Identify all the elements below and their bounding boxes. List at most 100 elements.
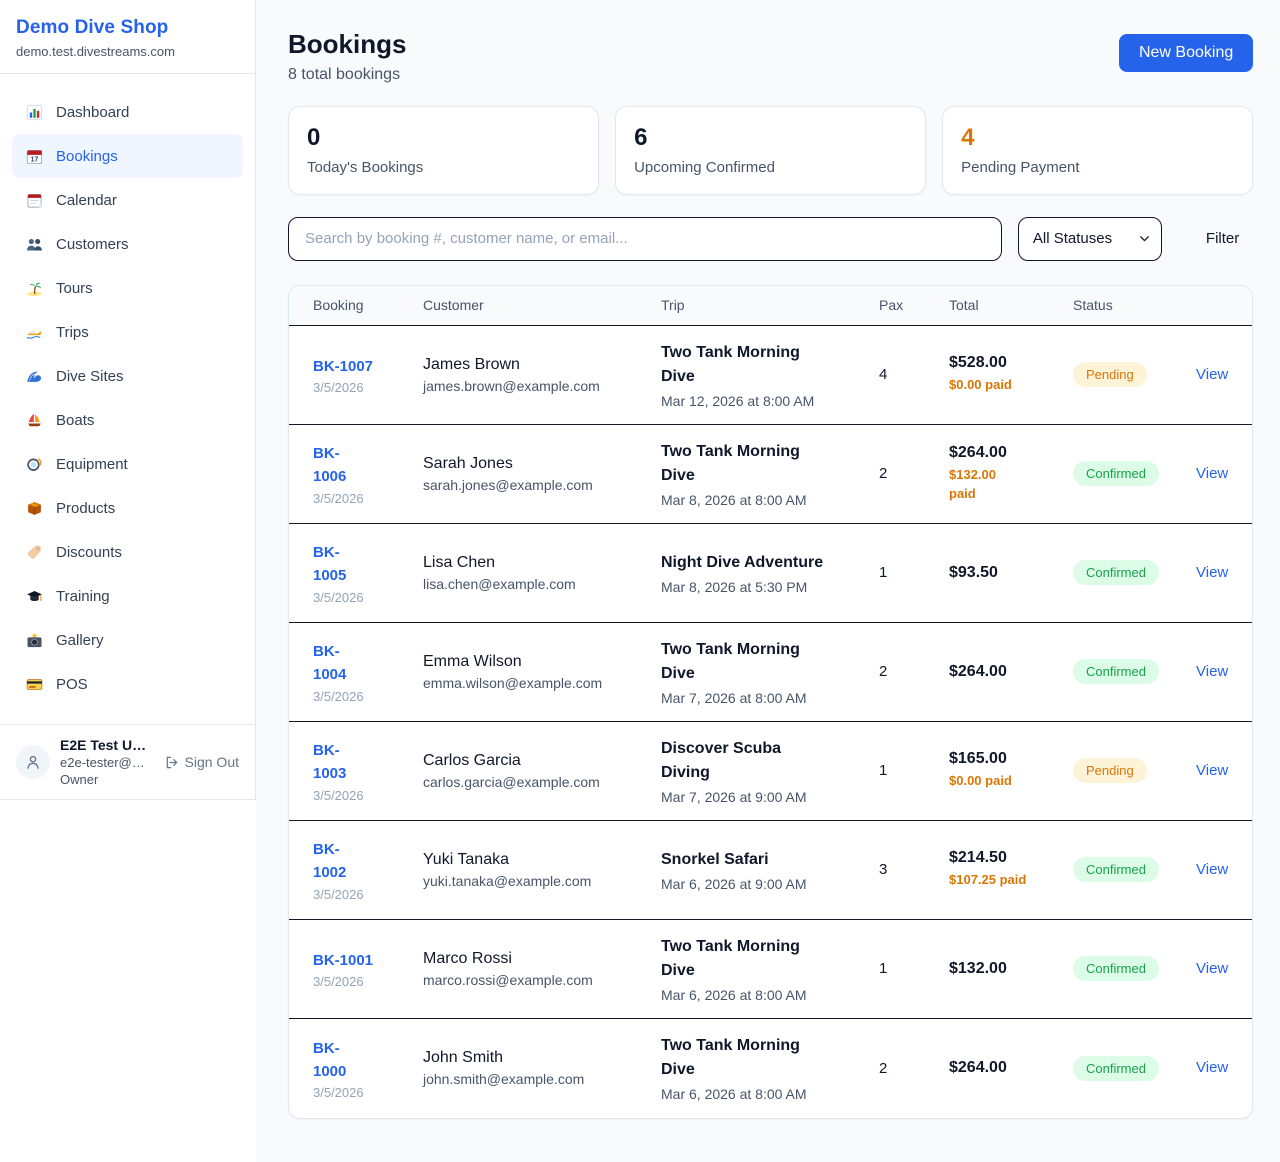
products-icon — [26, 500, 43, 517]
customer-name: Carlos Garcia — [423, 752, 661, 770]
status-badge: Pending — [1073, 362, 1147, 387]
shop-domain: demo.test.divestreams.com — [16, 44, 239, 59]
bookings-icon: 17 — [26, 148, 43, 165]
gallery-icon — [26, 632, 43, 649]
trips-icon — [26, 324, 43, 341]
sidebar-item-training[interactable]: Training — [12, 574, 243, 618]
sidebar-item-label: Equipment — [56, 456, 128, 473]
customer-name: Emma Wilson — [423, 653, 661, 671]
dashboard-icon — [26, 104, 43, 121]
view-link[interactable]: View — [1196, 1059, 1228, 1076]
customer-email: james.brown@example.com — [423, 378, 661, 394]
booking-number-link[interactable]: BK- 1005 — [313, 541, 346, 588]
sidebar-item-pos[interactable]: POS — [12, 662, 243, 706]
sign-out-icon — [164, 755, 179, 770]
sidebar-item-dive-sites[interactable]: Dive Sites — [12, 354, 243, 398]
booking-number-link[interactable]: BK- 1000 — [313, 1037, 346, 1084]
customer-email: carlos.garcia@example.com — [423, 774, 661, 790]
sidebar-item-trips[interactable]: Trips — [12, 310, 243, 354]
pax-count: 1 — [879, 960, 949, 977]
sidebar-item-equipment[interactable]: Equipment — [12, 442, 243, 486]
stat-label: Today's Bookings — [307, 159, 580, 176]
column-header-trip: Trip — [661, 297, 879, 313]
stat-value: 4 — [961, 124, 1234, 152]
sign-out-label: Sign Out — [185, 754, 239, 770]
sidebar-item-calendar[interactable]: Calendar — [12, 178, 243, 222]
user-avatar-icon — [16, 745, 50, 779]
status-filter-select[interactable]: All Statuses — [1018, 217, 1162, 261]
view-link[interactable]: View — [1196, 861, 1228, 878]
trip-name: Discover Scuba Diving — [661, 737, 855, 785]
trip-name: Two Tank Morning Dive — [661, 638, 855, 686]
sidebar-item-dashboard[interactable]: Dashboard — [12, 90, 243, 134]
sidebar-item-tours[interactable]: Tours — [12, 266, 243, 310]
booking-date: 3/5/2026 — [313, 887, 423, 902]
sign-out-button[interactable]: Sign Out — [164, 754, 239, 770]
booking-number-link[interactable]: BK- 1004 — [313, 640, 346, 687]
table-row: BK- 1002 3/5/2026 Yuki Tanaka yuki.tanak… — [289, 821, 1252, 920]
view-link[interactable]: View — [1196, 960, 1228, 977]
trip-datetime: Mar 12, 2026 at 8:00 AM — [661, 393, 855, 409]
sidebar-item-label: Boats — [56, 412, 94, 429]
paid-amount: $107.25 paid — [949, 871, 1073, 890]
stat-label: Upcoming Confirmed — [634, 159, 907, 176]
total-amount: $264.00 — [949, 1059, 1073, 1077]
view-link[interactable]: View — [1196, 564, 1228, 581]
bookings-table: Booking Customer Trip Pax Total Status B… — [288, 285, 1253, 1119]
sidebar-item-boats[interactable]: Boats — [12, 398, 243, 442]
pax-count: 2 — [879, 465, 949, 482]
page-header: Bookings 8 total bookings New Booking — [288, 30, 1253, 84]
sidebar-item-gallery[interactable]: Gallery — [12, 618, 243, 662]
shop-header: Demo Dive Shop demo.test.divestreams.com — [0, 0, 255, 74]
status-badge: Confirmed — [1073, 461, 1159, 486]
table-row: BK-1007 3/5/2026 James Brown james.brown… — [289, 326, 1252, 425]
trip-datetime: Mar 7, 2026 at 8:00 AM — [661, 690, 855, 706]
view-link[interactable]: View — [1196, 762, 1228, 779]
trip-datetime: Mar 6, 2026 at 8:00 AM — [661, 1086, 855, 1102]
customer-name: Sarah Jones — [423, 455, 661, 473]
customer-name: Yuki Tanaka — [423, 851, 661, 869]
pax-count: 2 — [879, 1060, 949, 1077]
booking-number-link[interactable]: BK-1001 — [313, 949, 373, 972]
stats-row: 0 Today's Bookings 6 Upcoming Confirmed … — [288, 106, 1253, 195]
trip-name: Two Tank Morning Dive — [661, 341, 855, 389]
booking-date: 3/5/2026 — [313, 491, 423, 506]
sidebar-item-label: Products — [56, 500, 115, 517]
table-row: BK- 1003 3/5/2026 Carlos Garcia carlos.g… — [289, 722, 1252, 821]
column-header-pax: Pax — [879, 297, 949, 313]
sidebar-item-discounts[interactable]: Discounts — [12, 530, 243, 574]
booking-number-link[interactable]: BK- 1003 — [313, 739, 346, 786]
sidebar-item-label: Trips — [56, 324, 89, 341]
booking-number-link[interactable]: BK- 1002 — [313, 838, 346, 885]
total-amount: $132.00 — [949, 960, 1073, 978]
view-link[interactable]: View — [1196, 663, 1228, 680]
sidebar-item-label: Training — [56, 588, 110, 605]
trip-datetime: Mar 8, 2026 at 5:30 PM — [661, 579, 855, 595]
trip-name: Two Tank Morning Dive — [661, 1034, 855, 1082]
search-input[interactable] — [288, 217, 1002, 261]
training-icon — [26, 588, 43, 605]
filter-button[interactable]: Filter — [1192, 222, 1253, 255]
column-header-booking: Booking — [313, 297, 423, 313]
app-root: Demo Dive Shop demo.test.divestreams.com… — [0, 0, 1280, 1162]
calendar-icon — [26, 192, 43, 209]
table-row: BK- 1004 3/5/2026 Emma Wilson emma.wilso… — [289, 623, 1252, 722]
sidebar-item-bookings[interactable]: 17Bookings — [12, 134, 243, 178]
booking-number-link[interactable]: BK-1007 — [313, 355, 373, 378]
new-booking-button[interactable]: New Booking — [1119, 34, 1253, 72]
pax-count: 1 — [879, 564, 949, 581]
pos-icon — [26, 676, 43, 693]
customer-email: emma.wilson@example.com — [423, 675, 661, 691]
booking-number-link[interactable]: BK- 1006 — [313, 442, 346, 489]
table-row: BK-1001 3/5/2026 Marco Rossi marco.rossi… — [289, 920, 1252, 1019]
sidebar-item-customers[interactable]: Customers — [12, 222, 243, 266]
view-link[interactable]: View — [1196, 465, 1228, 482]
trip-name: Two Tank Morning Dive — [661, 935, 855, 983]
booking-date: 3/5/2026 — [313, 1085, 423, 1100]
customers-icon — [26, 236, 43, 253]
column-header-customer: Customer — [423, 297, 661, 313]
status-filter: All Statuses — [1018, 217, 1162, 261]
view-link[interactable]: View — [1196, 366, 1228, 383]
sidebar-item-products[interactable]: Products — [12, 486, 243, 530]
customer-email: john.smith@example.com — [423, 1071, 661, 1087]
